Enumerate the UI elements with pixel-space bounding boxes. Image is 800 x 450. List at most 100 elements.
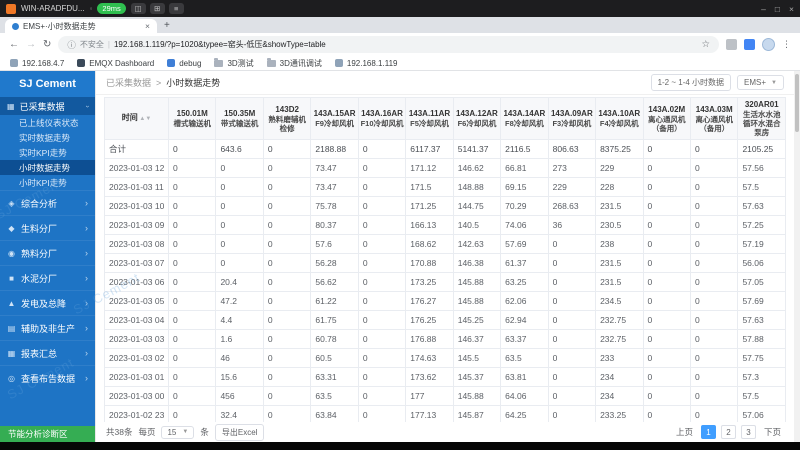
column-header[interactable]: 150.01M 槽式输送机 bbox=[167, 97, 217, 140]
value-cell: 0 bbox=[642, 272, 691, 292]
reload-icon[interactable]: ↻ bbox=[43, 39, 51, 50]
new-tab-button[interactable]: + bbox=[164, 20, 170, 31]
column-header[interactable]: 143A.12AR F6冷却风机 bbox=[452, 97, 502, 140]
table-row[interactable]: 2023-01-03 08 0 0 0 57.6 0 168.62 142.63 57.69 0 2… bbox=[104, 234, 786, 254]
table-row[interactable]: 2023-01-03 12 0 0 0 73.47 0 171.12 146.62 66.81 2… bbox=[104, 158, 786, 178]
value-cell: 232.75 bbox=[595, 310, 644, 330]
page-scrollbar[interactable] bbox=[794, 71, 800, 442]
column-header[interactable]: 143A.02M 离心通风机（备用） bbox=[642, 97, 691, 140]
value-cell: 146.62 bbox=[452, 158, 502, 178]
table-footer: 共38条 每页 15 ▼ 条 导出Excel 上页 123 下页 bbox=[96, 422, 794, 442]
sort-icon[interactable]: ▲▼ bbox=[138, 116, 151, 122]
site-info-icon[interactable]: ⓘ bbox=[67, 39, 76, 51]
value-cell: 0 bbox=[357, 367, 407, 387]
sidebar-group[interactable]: ■ 水泥分厂 › bbox=[0, 265, 95, 290]
sidebar-submenu: 已上线仪表状态 实时数据走势 实时KPI走势 小时数据走势 小时KPI走势 bbox=[0, 115, 95, 190]
forward-icon[interactable]: → bbox=[26, 39, 36, 50]
column-header[interactable]: 143A.16AR F10冷却风机 bbox=[357, 97, 407, 140]
value-cell: 0 bbox=[262, 215, 312, 235]
column-header[interactable]: 150.35M 带式输送机 bbox=[215, 97, 264, 140]
page-size-select[interactable]: 15 ▼ bbox=[161, 425, 195, 439]
tab-close-icon[interactable]: × bbox=[145, 21, 150, 31]
prev-page-button[interactable]: 上页 bbox=[673, 425, 696, 439]
sidebar-subitem[interactable]: 小时数据走势 bbox=[0, 160, 95, 175]
next-page-button[interactable]: 下页 bbox=[761, 425, 784, 439]
table-row[interactable]: 2023-01-03 07 0 0 0 56.28 0 170.88 146.38 61.37 0… bbox=[104, 253, 786, 273]
sidebar-group[interactable]: ◈ 综合分析 › bbox=[0, 190, 95, 215]
sidebar-group[interactable]: ◉ 熟料分厂 › bbox=[0, 240, 95, 265]
table-row[interactable]: 2023-01-03 11 0 0 0 73.47 0 171.5 148.88 69.15 22… bbox=[104, 177, 786, 197]
sidebar-group[interactable]: ◎ 查看布告数据 › bbox=[0, 365, 95, 390]
bookmark-item[interactable]: 192.168.1.119 bbox=[334, 59, 397, 68]
display-icon[interactable]: ◫ bbox=[130, 3, 146, 14]
browser-menu-icon[interactable]: ⋮ bbox=[782, 39, 791, 50]
column-header[interactable]: 320AR01 生活水水池循环水混合泵房 bbox=[737, 97, 786, 140]
value-cell: 176.27 bbox=[405, 291, 454, 311]
bookmark-item[interactable]: 192.168.4.7 bbox=[10, 59, 64, 68]
column-header[interactable]: 143A.09AR F3冷却风机 bbox=[547, 97, 597, 140]
table-row[interactable]: 2023-01-03 05 0 47.2 0 61.22 0 176.27 145.88 62.… bbox=[104, 291, 786, 311]
extension-icon[interactable] bbox=[744, 39, 755, 50]
column-header[interactable]: 143A.15AR F9冷却风机 bbox=[310, 97, 359, 140]
page-button[interactable]: 2 bbox=[720, 425, 736, 439]
value-cell: 170.88 bbox=[405, 253, 454, 273]
sidebar-subitem[interactable]: 实时数据走势 bbox=[0, 130, 95, 145]
sidebar-item-energy-analysis[interactable]: 节能分析诊断区 bbox=[0, 426, 95, 442]
column-header[interactable]: 143D2 熟料磨辅机检修 bbox=[262, 97, 312, 140]
value-cell: 20.4 bbox=[215, 272, 264, 292]
bookmark-item[interactable]: EMQX Dashboard bbox=[77, 59, 154, 68]
table-row[interactable]: 2023-01-03 09 0 0 0 80.37 0 166.13 140.5 74.06 36… bbox=[104, 215, 786, 235]
column-header[interactable]: 143A.10AR F4冷却风机 bbox=[595, 97, 644, 140]
chevron-right-icon: › bbox=[85, 298, 88, 308]
session-grid-icon[interactable]: ⊞ bbox=[149, 3, 165, 14]
bookmark-item[interactable]: 3D通讯调试 bbox=[266, 57, 322, 69]
value-cell: 57.5 bbox=[737, 177, 786, 197]
export-excel-button[interactable]: 导出Excel bbox=[214, 423, 265, 441]
group-label: 熟料分厂 bbox=[21, 248, 58, 259]
total-row[interactable]: 合计 0 643.6 0 2188.88 0 6117.37 5141.37 2116.5 806… bbox=[104, 139, 786, 159]
group-label: 生料分厂 bbox=[21, 223, 58, 234]
column-header[interactable]: 143A.03M 离心通风机（备用） bbox=[689, 97, 739, 140]
toolbar-menu-icon[interactable]: ≡ bbox=[168, 3, 184, 14]
sidebar-subitem[interactable]: 小时KPI走势 bbox=[0, 175, 95, 190]
sidebar-group[interactable]: ▲ 发电及总降 › bbox=[0, 290, 95, 315]
date-range-chip[interactable]: 1-2 ~ 1-4 小时数据 bbox=[650, 74, 732, 91]
table-row[interactable]: 2023-01-03 04 0 4.4 0 61.75 0 176.25 145.25 62.9… bbox=[104, 310, 786, 330]
breadcrumb-parent[interactable]: 已采集数据 bbox=[106, 76, 151, 89]
value-cell: 145.5 bbox=[452, 348, 502, 368]
column-header[interactable]: 143A.11AR F5冷却风机 bbox=[405, 97, 454, 140]
profile-avatar[interactable] bbox=[762, 38, 775, 51]
table-row[interactable]: 2023-01-02 23 0 32.4 0 63.84 0 177.13 145.87 64.… bbox=[104, 405, 786, 422]
table-row[interactable]: 2023-01-03 03 0 1.6 0 60.78 0 176.88 146.37 63.3… bbox=[104, 329, 786, 349]
table-row[interactable]: 2023-01-03 00 0 456 0 63.5 0 177 145.88 64.06 0 23… bbox=[104, 386, 786, 406]
column-header[interactable]: 时间 ▲▼ bbox=[104, 97, 169, 140]
browser-tab[interactable]: EMS+·小时数据走势 × bbox=[5, 19, 157, 33]
scrollbar-thumb[interactable] bbox=[795, 74, 799, 132]
sidebar-subitem[interactable]: 实时KPI走势 bbox=[0, 145, 95, 160]
table-row[interactable]: 2023-01-03 02 0 46 0 60.5 0 174.63 145.5 63.5 0 23… bbox=[104, 348, 786, 368]
bookmark-item[interactable]: 3D测试 bbox=[214, 57, 254, 69]
back-icon[interactable]: ← bbox=[9, 39, 19, 50]
column-header[interactable]: 143A.14AR F8冷却风机 bbox=[500, 97, 549, 140]
value-cell: 0 bbox=[167, 234, 217, 254]
close-icon[interactable]: × bbox=[789, 4, 794, 14]
sidebar-subitem[interactable]: 已上线仪表状态 bbox=[0, 115, 95, 130]
maximize-icon[interactable]: □ bbox=[775, 4, 780, 14]
value-cell: 146.38 bbox=[452, 253, 502, 273]
table-row[interactable]: 2023-01-03 06 0 20.4 0 56.62 0 173.25 145.88 63.… bbox=[104, 272, 786, 292]
sidebar-group-collected-data[interactable]: ▦ 已采集数据 › bbox=[0, 97, 95, 115]
bookmark-star-icon[interactable]: ☆ bbox=[701, 39, 710, 50]
sidebar-group[interactable]: ◆ 生料分厂 › bbox=[0, 215, 95, 240]
system-select[interactable]: EMS+ ▼ bbox=[737, 75, 784, 90]
pin-icon[interactable]: ◦ bbox=[90, 4, 93, 13]
table-row[interactable]: 2023-01-03 01 0 15.6 0 63.31 0 173.62 145.37 63.… bbox=[104, 367, 786, 387]
bookmark-item[interactable]: debug bbox=[167, 59, 201, 68]
table-row[interactable]: 2023-01-03 10 0 0 0 75.78 0 171.25 144.75 70.29 2… bbox=[104, 196, 786, 216]
minimize-icon[interactable]: – bbox=[761, 4, 766, 14]
sidebar-group[interactable]: ▦ 报表汇总 › bbox=[0, 340, 95, 365]
page-button[interactable]: 3 bbox=[740, 425, 756, 439]
sidebar-group[interactable]: ▤ 辅助及非生产 › bbox=[0, 315, 95, 340]
address-bar[interactable]: ⓘ 不安全 | 192.168.1.119/?p=1020&typee=窑头-低… bbox=[58, 36, 719, 53]
page-button[interactable]: 1 bbox=[700, 425, 716, 439]
extension-puzzle-icon[interactable] bbox=[726, 39, 737, 50]
